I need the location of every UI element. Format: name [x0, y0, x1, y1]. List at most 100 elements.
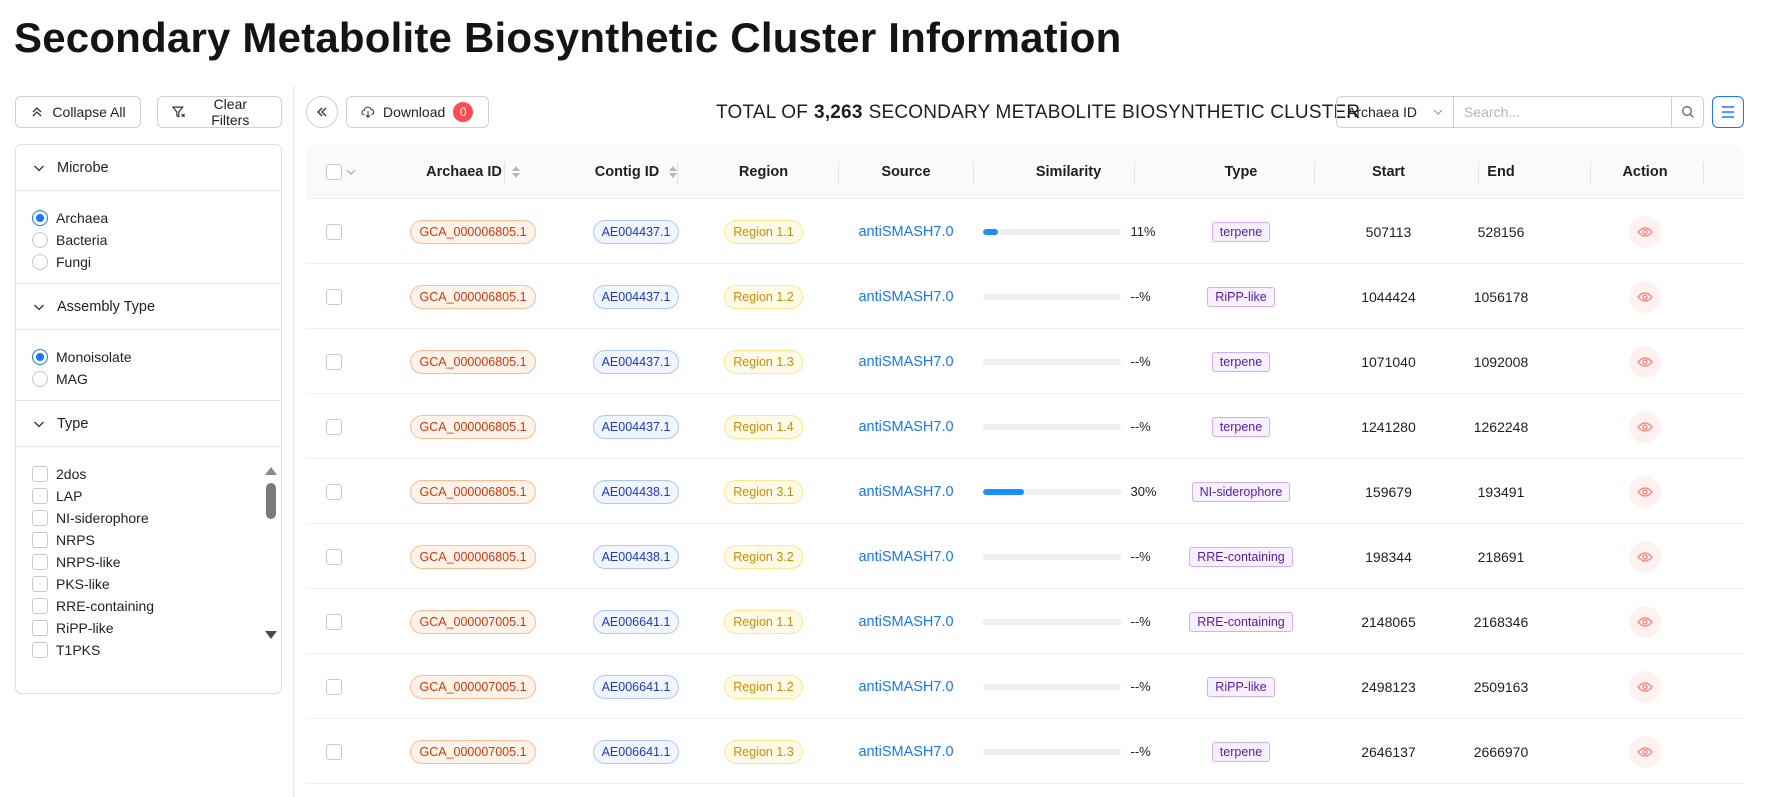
row-checkbox[interactable] [326, 288, 342, 305]
region-tag: Region 3.2 [724, 544, 803, 569]
view-button[interactable] [1629, 540, 1661, 573]
row-checkbox[interactable] [326, 353, 342, 370]
source-link[interactable]: antiSMASH7.0 [858, 614, 953, 630]
eye-icon [1637, 746, 1653, 757]
contig-id-tag[interactable]: AE004438.1 [592, 544, 680, 569]
chevron-down-icon[interactable] [346, 167, 356, 177]
filter-section-header[interactable]: Microbe [16, 145, 281, 191]
source-link[interactable]: antiSMASH7.0 [858, 224, 953, 240]
search-input[interactable] [1454, 96, 1672, 128]
filter-checkbox-option[interactable]: NRPS-like [32, 551, 281, 573]
filter-checkbox-option[interactable]: T1PKS [32, 639, 281, 661]
filter-checkbox-option[interactable]: NI-siderophore [32, 507, 281, 529]
filter-checkbox-option[interactable]: 2dos [32, 463, 281, 485]
view-button[interactable] [1629, 410, 1661, 443]
filter-checkbox-option[interactable]: RRE-containing [32, 595, 281, 617]
checkbox[interactable] [32, 488, 48, 504]
radio-button[interactable] [32, 349, 48, 365]
contig-id-tag[interactable]: AE006641.1 [592, 739, 680, 764]
search-button[interactable] [1672, 96, 1704, 128]
region-tag: Region 1.4 [724, 414, 803, 439]
checkbox[interactable] [32, 620, 48, 636]
filter-checkbox-option[interactable]: NRPS [32, 529, 281, 551]
archaea-id-tag[interactable]: GCA_000007005.1 [410, 674, 536, 699]
row-checkbox[interactable] [326, 418, 342, 435]
filter-radio-option[interactable]: Monoisolate [32, 346, 281, 368]
view-button[interactable] [1629, 670, 1661, 703]
contig-id-tag[interactable]: AE004437.1 [592, 219, 680, 244]
filter-radio-option[interactable]: MAG [32, 368, 281, 390]
column-header-archaea-id[interactable]: Archaea ID [394, 145, 552, 199]
row-checkbox[interactable] [326, 548, 342, 565]
radio-button[interactable] [32, 210, 48, 226]
table-cell [1556, 524, 1734, 589]
filter-section-header[interactable]: Type [16, 401, 281, 447]
radio-button[interactable] [32, 232, 48, 248]
collapse-all-button[interactable]: Collapse All [15, 96, 141, 128]
archaea-id-tag[interactable]: GCA_000006805.1 [410, 544, 536, 569]
sort-icon[interactable] [511, 166, 520, 178]
archaea-id-tag[interactable]: GCA_000007005.1 [410, 609, 536, 634]
clear-filters-button[interactable]: Clear Filters [157, 96, 282, 128]
filter-radio-option[interactable]: Archaea [32, 207, 281, 229]
view-button[interactable] [1629, 605, 1661, 638]
archaea-id-tag[interactable]: GCA_000006805.1 [410, 219, 536, 244]
select-all-checkbox[interactable] [326, 164, 342, 180]
search-field-select[interactable]: Archaea ID [1336, 96, 1454, 128]
view-button[interactable] [1629, 475, 1661, 508]
scroll-thumb[interactable] [266, 483, 276, 519]
column-header-contig-id[interactable]: Contig ID [566, 145, 706, 199]
archaea-id-tag[interactable]: GCA_000006805.1 [410, 284, 536, 309]
radio-button[interactable] [32, 254, 48, 270]
download-button[interactable]: Download 0 [346, 96, 489, 128]
row-checkbox[interactable] [326, 613, 342, 630]
source-link[interactable]: antiSMASH7.0 [858, 484, 953, 500]
checkbox[interactable] [32, 598, 48, 614]
source-link[interactable]: antiSMASH7.0 [858, 549, 953, 565]
view-button[interactable] [1629, 280, 1661, 313]
option-label: LAP [56, 488, 83, 504]
checkbox[interactable] [32, 554, 48, 570]
contig-id-tag[interactable]: AE006641.1 [592, 609, 680, 634]
archaea-id-tag[interactable]: GCA_000007005.1 [410, 739, 536, 764]
source-link[interactable]: antiSMASH7.0 [858, 679, 953, 695]
view-button[interactable] [1629, 345, 1661, 378]
archaea-id-tag[interactable]: GCA_000006805.1 [410, 414, 536, 439]
contig-id-tag[interactable]: AE004437.1 [592, 414, 680, 439]
contig-id-tag[interactable]: AE004437.1 [592, 349, 680, 374]
column-menu-button[interactable] [1712, 96, 1744, 128]
view-button[interactable] [1629, 215, 1661, 248]
source-link[interactable]: antiSMASH7.0 [858, 289, 953, 305]
filter-checkbox-option[interactable]: PKS-like [32, 573, 281, 595]
checkbox[interactable] [32, 532, 48, 548]
checkbox[interactable] [32, 466, 48, 482]
collapse-sidebar-button[interactable] [306, 96, 338, 128]
filter-radio-option[interactable]: Fungi [32, 251, 281, 273]
filter-section-header[interactable]: Assembly Type [16, 284, 281, 330]
double-chevron-up-icon [32, 107, 42, 117]
scroll-down-arrow-icon[interactable] [265, 631, 277, 639]
type-list-scrollbar[interactable] [265, 467, 277, 639]
checkbox[interactable] [32, 510, 48, 526]
filter-checkbox-option[interactable]: LAP [32, 485, 281, 507]
filter-checkbox-option[interactable]: RiPP-like [32, 617, 281, 639]
archaea-id-tag[interactable]: GCA_000006805.1 [410, 349, 536, 374]
contig-id-tag[interactable]: AE004437.1 [592, 284, 680, 309]
view-button[interactable] [1629, 735, 1661, 768]
row-checkbox[interactable] [326, 743, 342, 760]
filter-radio-option[interactable]: Bacteria [32, 229, 281, 251]
table-row: GCA_000006805.1 AE004438.1 Region 3.1 antiS… [306, 459, 1744, 524]
row-checkbox[interactable] [326, 678, 342, 695]
checkbox[interactable] [32, 642, 48, 658]
contig-id-tag[interactable]: AE004438.1 [592, 479, 680, 504]
radio-button[interactable] [32, 371, 48, 387]
source-link[interactable]: antiSMASH7.0 [858, 419, 953, 435]
source-link[interactable]: antiSMASH7.0 [858, 744, 953, 760]
row-checkbox[interactable] [326, 223, 342, 240]
source-link[interactable]: antiSMASH7.0 [858, 354, 953, 370]
archaea-id-tag[interactable]: GCA_000006805.1 [410, 479, 536, 504]
contig-id-tag[interactable]: AE006641.1 [592, 674, 680, 699]
row-checkbox[interactable] [326, 483, 342, 500]
scroll-up-arrow-icon[interactable] [265, 467, 277, 475]
checkbox[interactable] [32, 576, 48, 592]
